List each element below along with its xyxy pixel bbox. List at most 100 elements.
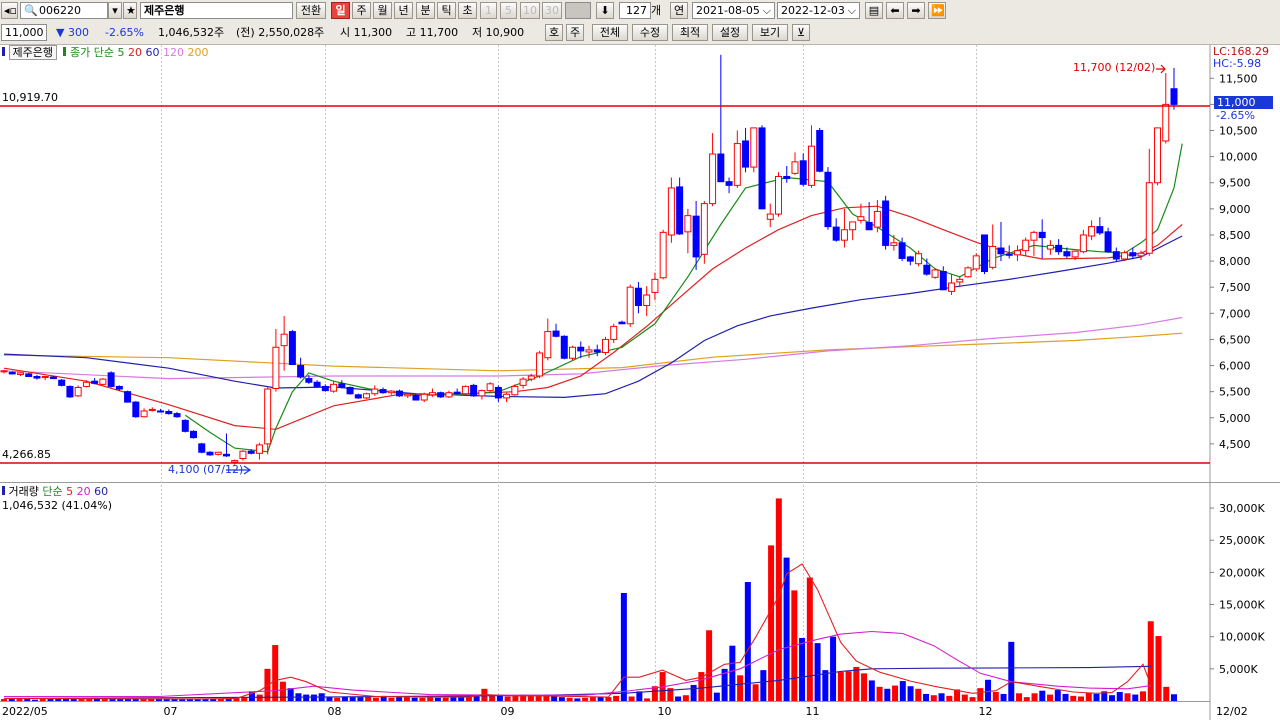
code-dropdown-button[interactable]: ▾	[108, 2, 122, 19]
volume-bar	[419, 697, 426, 701]
candle	[1022, 239, 1030, 252]
volume-tick-label: 20,000K	[1219, 566, 1265, 579]
stock-code-input[interactable]: 🔍 006220	[20, 2, 108, 19]
y-tick-label: 10,500	[1219, 125, 1258, 138]
candle	[964, 267, 972, 278]
stock-chart[interactable]: 2022/05 07 08 09 10 11 12 12/02 4,500 5,000 5,500 6…	[0, 45, 1280, 720]
adjust-button[interactable]: 수정	[632, 24, 668, 41]
pin-icon[interactable]: ⊻	[792, 24, 810, 41]
year-button[interactable]: 연	[670, 2, 688, 19]
main-button[interactable]: 주	[566, 24, 584, 41]
minute-10-button[interactable]: 10	[520, 2, 540, 19]
change-value: ▼ 300	[56, 26, 89, 39]
candle	[1046, 244, 1054, 250]
candle	[593, 349, 601, 353]
all-button[interactable]: 전체	[592, 24, 628, 41]
volume-bar	[303, 694, 310, 701]
period-day-button[interactable]: 일	[331, 2, 350, 19]
volume-bar	[225, 699, 232, 701]
volume-tick-label: 30,000K	[1219, 502, 1265, 515]
candle	[1137, 252, 1145, 257]
arrow-left-icon[interactable]: ⬅	[886, 2, 904, 19]
volume-bar	[279, 681, 286, 701]
fast-forward-icon[interactable]: ⏩	[928, 2, 946, 19]
volume-bar	[287, 688, 294, 701]
volume-bar	[938, 693, 945, 701]
period-tick-button[interactable]: 틱	[437, 2, 456, 19]
candle	[1063, 251, 1071, 257]
minute-1-button[interactable]: 1	[480, 2, 497, 19]
volume-bar	[1078, 696, 1085, 701]
minute-30-button[interactable]: 30	[542, 2, 562, 19]
save-icon[interactable]: ▤	[865, 2, 883, 19]
chevron-down-icon: ⌵	[847, 4, 856, 17]
low-price: 저 10,900	[472, 26, 525, 39]
volume-bar	[55, 699, 62, 701]
y-tick-label: 7,500	[1219, 281, 1251, 294]
stock-name-field[interactable]: 제주은행	[140, 2, 293, 19]
volume-bar	[969, 697, 976, 701]
min-price-label: 4,100 (07/12)	[168, 463, 244, 476]
view-button[interactable]: 보기	[752, 24, 788, 41]
candle	[1170, 88, 1178, 105]
volume-tick-label: 10,000K	[1219, 631, 1265, 644]
volume-tick-label: 25,000K	[1219, 534, 1265, 547]
volume-bar	[675, 696, 682, 701]
candle	[816, 130, 824, 172]
minute-5-button[interactable]: 5	[500, 2, 517, 19]
candle	[338, 383, 346, 388]
settings-button[interactable]: 설정	[712, 24, 748, 41]
volume-bar	[892, 685, 899, 701]
custom-period-input[interactable]	[565, 2, 591, 19]
x-tick-label: 2022/05	[2, 705, 48, 718]
arrow-right-icon[interactable]: ➡	[907, 2, 925, 19]
candle	[725, 181, 733, 186]
date-to-input[interactable]: 2022-12-03 ⌵	[777, 2, 860, 19]
period-second-button[interactable]: 초	[458, 2, 477, 19]
candle	[692, 215, 700, 258]
candle	[1096, 226, 1104, 234]
volume-bar	[799, 637, 806, 701]
volume-bar	[450, 697, 457, 701]
candle	[791, 161, 799, 174]
toolbar: ◂▫ 🔍 006220 ▾ ★ 제주은행 전환 일 주 월 년 분 틱 초 1 …	[0, 0, 1280, 23]
period-year-button[interactable]: 년	[394, 2, 413, 19]
candle	[758, 127, 766, 210]
volume-bar	[861, 673, 868, 701]
candle	[346, 386, 354, 395]
period-month-button[interactable]: 월	[373, 2, 392, 19]
candle	[1079, 234, 1087, 253]
candle	[363, 393, 371, 399]
favorite-star-icon[interactable]: ★	[123, 2, 137, 19]
candle	[74, 386, 82, 397]
x-tick-label: 12	[979, 705, 993, 718]
candle	[890, 242, 898, 246]
optimal-button[interactable]: 최적	[672, 24, 708, 41]
count-input[interactable]: 127	[619, 2, 651, 19]
quote-button[interactable]: 호	[545, 24, 563, 41]
x-tick-label: 09	[501, 705, 515, 718]
scroll-down-icon[interactable]: ⬇	[596, 2, 614, 19]
candle	[544, 331, 552, 359]
legend-stock-name[interactable]: 제주은행	[8, 45, 57, 60]
date-from-input[interactable]: 2021-08-05 ⌵	[692, 2, 775, 19]
candle	[478, 390, 486, 397]
period-minute-button[interactable]: 분	[416, 2, 435, 19]
period-week-button[interactable]: 주	[352, 2, 371, 19]
toggle-button[interactable]: 전환	[296, 2, 326, 19]
candle	[503, 393, 511, 399]
volume-bar	[86, 699, 93, 701]
candle	[709, 153, 717, 205]
volume-bar	[70, 699, 77, 701]
candle	[231, 460, 239, 463]
candle	[807, 145, 815, 186]
menu-icon[interactable]: ◂▫	[1, 2, 18, 19]
volume-bar	[930, 695, 937, 701]
candle	[437, 392, 445, 398]
candle	[198, 443, 206, 453]
legend-ma-label: 종가 단순	[69, 46, 114, 59]
volume-bar	[992, 691, 999, 701]
candle	[412, 394, 420, 401]
candle	[618, 321, 626, 325]
quote-bar: 11,000 ▼ 300 -2.65% 1,046,532주 (전) 2,550…	[0, 22, 1280, 45]
